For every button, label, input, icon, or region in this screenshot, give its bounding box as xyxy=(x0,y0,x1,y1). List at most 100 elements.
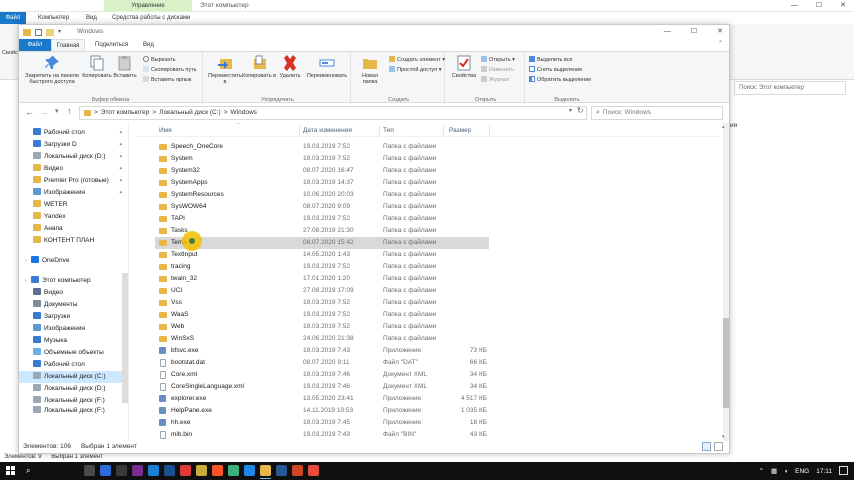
edit-button[interactable]: Изменить xyxy=(481,66,514,74)
file-list-scroll-thumb[interactable] xyxy=(723,318,729,408)
back-arrow-icon[interactable]: ← xyxy=(25,107,34,117)
file-row[interactable]: tracing 19.03.2019 7:52 Папка с файлами xyxy=(155,261,489,273)
column-divider[interactable] xyxy=(443,126,444,136)
app-icon-3[interactable] xyxy=(132,465,143,476)
open-button[interactable]: Открыть ▾ xyxy=(481,56,515,64)
forward-arrow-icon[interactable]: → xyxy=(40,107,49,117)
maximize-icon[interactable]: ☐ xyxy=(691,25,697,39)
app-icon-2[interactable] xyxy=(116,465,127,476)
refresh-icon[interactable]: ↻ xyxy=(577,106,584,115)
file-row[interactable]: System 19.03.2019 7:52 Папка с файлами xyxy=(155,153,489,165)
app-icon-13[interactable] xyxy=(292,465,303,476)
file-row[interactable]: UCI 27.08.2019 17:09 Папка с файлами xyxy=(155,285,489,297)
copy-path-button[interactable]: Скопировать путь xyxy=(143,66,197,74)
tab-file[interactable]: Файл xyxy=(19,39,51,51)
nav-item-premiere-pro[interactable]: Premier Pro (готовые) ✦ xyxy=(19,175,123,187)
file-row[interactable]: TextInput 14.05.2020 1:43 Папка с файлами xyxy=(155,249,489,261)
column-header-type[interactable]: Тип xyxy=(383,125,394,137)
bg-tab-view[interactable]: Вид xyxy=(86,12,97,24)
file-row[interactable]: bootstat.dat 08.07.2020 9:11 Файл "DAT" 66 … xyxy=(155,357,489,369)
details-view-icon[interactable] xyxy=(702,442,711,451)
delete-button[interactable]: Удалить xyxy=(275,55,305,79)
nav-item-desktop-quick[interactable]: Рабочий стол ✦ xyxy=(19,127,123,139)
new-item-button[interactable]: Создать элемент ▾ xyxy=(389,56,445,64)
copy-to-button[interactable]: Копировать в xyxy=(241,55,277,79)
file-row[interactable]: hh.exe 19.03.2019 7:45 Приложение 18 КБ xyxy=(155,417,489,429)
file-row[interactable]: bfsvc.exe 19.03.2019 7:43 Приложение 73 КБ xyxy=(155,345,489,357)
file-row[interactable]: explorer.exe 13.05.2020 23:41 Приложение 4 … xyxy=(155,393,489,405)
tray-chevron-icon[interactable]: ⌃ xyxy=(759,467,764,475)
breadcrumb-this-pc[interactable]: Этот компьютер xyxy=(101,107,150,119)
history-button[interactable]: Журнал xyxy=(481,76,509,84)
scroll-up-icon[interactable]: ▴ xyxy=(722,124,725,130)
bg-search-input[interactable]: Поиск: Этот компьютер xyxy=(734,81,846,95)
nav-item-documents[interactable]: Документы xyxy=(19,299,123,311)
breadcrumb-windows[interactable]: Windows xyxy=(231,107,257,119)
nav-item-3d-objects[interactable]: Объемные объекты xyxy=(19,347,123,359)
app-icon-7[interactable] xyxy=(196,465,207,476)
file-row[interactable]: TAPI 19.03.2019 7:52 Папка с файлами xyxy=(155,213,489,225)
file-row[interactable]: Vss 19.03.2019 7:52 Папка с файлами xyxy=(155,297,489,309)
file-row[interactable]: CoreSingleLanguage.xml 19.03.2019 7:46 Док… xyxy=(155,381,489,393)
nav-item-drive-c[interactable]: Локальный диск (C:) xyxy=(19,371,123,383)
start-button[interactable] xyxy=(6,466,16,476)
address-bar[interactable]: > Этот компьютер > Локальный диск (C:) >… xyxy=(79,106,587,120)
app-icon-1[interactable] xyxy=(100,465,111,476)
up-arrow-icon[interactable]: ↑ xyxy=(67,106,72,116)
new-folder-button[interactable]: Новая папка xyxy=(355,55,385,85)
file-row[interactable]: SystemResources 10.06.2020 20:03 Папка с ф… xyxy=(155,189,489,201)
word-icon[interactable] xyxy=(276,465,287,476)
column-divider[interactable] xyxy=(299,126,300,136)
minimize-icon[interactable]: — xyxy=(664,25,671,39)
nav-item-drive-d-quick[interactable]: Локальный диск (D:) ✦ xyxy=(19,151,123,163)
bg-maximize-icon[interactable]: ☐ xyxy=(816,0,822,12)
address-dropdown-icon[interactable]: ▾ xyxy=(569,107,572,114)
tab-home[interactable]: Главная xyxy=(51,39,85,51)
file-row[interactable]: WaaS 19.03.2019 7:52 Папка с файлами xyxy=(155,309,489,321)
large-icons-view-icon[interactable] xyxy=(714,442,723,451)
task-view-icon[interactable] xyxy=(84,465,95,476)
invert-selection-button[interactable]: Обратить выделение xyxy=(529,76,591,84)
nav-item-weter[interactable]: WETER xyxy=(19,199,123,211)
network-icon[interactable]: ▦ xyxy=(771,467,777,475)
search-input[interactable]: ⌕ Поиск: Windows xyxy=(591,106,723,120)
file-row[interactable]: WinSxS 24.06.2020 21:38 Папка с файлами xyxy=(155,333,489,345)
volume-icon[interactable]: ◖ xyxy=(784,468,788,475)
brave-browser-icon[interactable] xyxy=(212,465,223,476)
nav-item-downloads[interactable]: Загрузки xyxy=(19,311,123,323)
breadcrumb-drive-c[interactable]: Локальный диск (C:) xyxy=(159,107,221,119)
nav-item-pictures-quick[interactable]: Изображения ✦ xyxy=(19,187,123,199)
file-row[interactable]: Core.xml 19.03.2019 7:46 Документ XML 34 КБ xyxy=(155,369,489,381)
app-icon-14[interactable] xyxy=(308,465,319,476)
app-icon-4[interactable] xyxy=(148,465,159,476)
column-divider[interactable] xyxy=(379,126,380,136)
cut-button[interactable]: Вырезать xyxy=(143,56,175,64)
new-folder-qat-icon[interactable] xyxy=(46,29,54,36)
move-to-button[interactable]: Переместить в xyxy=(207,55,243,85)
app-icon-6[interactable] xyxy=(180,465,191,476)
app-icon-9[interactable] xyxy=(228,465,239,476)
nav-item-yandex[interactable]: Yandex xyxy=(19,211,123,223)
column-divider[interactable] xyxy=(489,126,490,136)
keyboard-language[interactable]: ENG xyxy=(795,468,809,475)
bg-tab-computer[interactable]: Компьютер xyxy=(38,12,69,24)
file-explorer-icon[interactable] xyxy=(260,465,271,479)
app-icon-10[interactable] xyxy=(244,465,255,476)
nav-item-downloads-d[interactable]: Загрузки D ✦ xyxy=(19,139,123,151)
nav-item-music[interactable]: Музыка xyxy=(19,335,123,347)
ribbon-collapse-icon[interactable]: ⌃ xyxy=(718,40,723,47)
file-row[interactable]: twain_32 17.01.2020 1:20 Папка с файлами xyxy=(155,273,489,285)
nav-item-desktop[interactable]: Рабочий стол xyxy=(19,359,123,371)
file-row[interactable]: SystemApps 19.03.2019 14:37 Папка с файлам… xyxy=(155,177,489,189)
rename-button[interactable]: Переименовать xyxy=(305,55,349,79)
bg-manage-context-tab[interactable]: Управление xyxy=(104,0,192,12)
nav-item-anapa[interactable]: Анапа xyxy=(19,223,123,235)
bg-close-icon[interactable]: ✕ xyxy=(840,0,846,12)
select-none-button[interactable]: Снять выделение xyxy=(529,66,582,74)
select-all-button[interactable]: Выделить все xyxy=(529,56,573,64)
nav-item-drive-f-2[interactable]: Локальный диск (F:) xyxy=(19,405,123,417)
paste-shortcut-button[interactable]: Вставить ярлык xyxy=(143,76,191,84)
column-header-name[interactable]: Имя xyxy=(159,125,172,137)
file-row[interactable]: Web 19.03.2019 7:52 Папка с файлами xyxy=(155,321,489,333)
file-row[interactable]: System32 08.07.2020 16:47 Папка с файлами xyxy=(155,165,489,177)
